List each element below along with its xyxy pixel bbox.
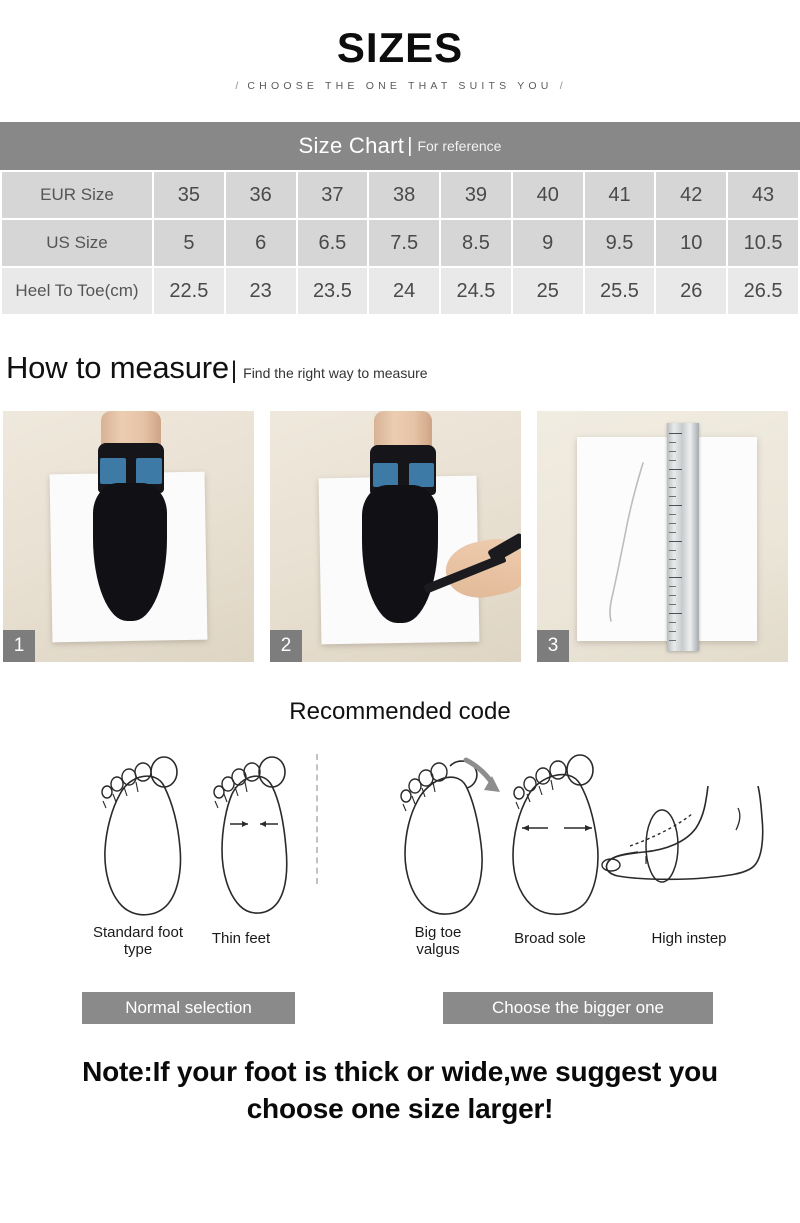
page-title: SIZES: [336, 24, 464, 71]
table-row-heel-to-toe: Heel To Toe(cm) 22.5 23 23.5 24 24.5 25 …: [2, 268, 798, 315]
cell-eur-4: 39: [441, 172, 511, 219]
page-header: SIZES / CHOOSE THE ONE THAT SUITS YOU /: [0, 0, 800, 92]
cell-us-4: 8.5: [441, 220, 511, 267]
how-to-measure-subtitle: Find the right way to measure: [243, 365, 428, 382]
row-label-heel-to-toe: Heel To Toe(cm): [2, 268, 152, 315]
high-instep-icon: [601, 786, 764, 883]
figure-label-big-toe-valgus: Big toe valgus: [414, 924, 462, 959]
cell-us-0: 5: [154, 220, 224, 267]
cell-htt-7: 26: [656, 268, 727, 315]
cell-htt-5: 25: [512, 268, 583, 315]
cell-eur-8: 43: [728, 172, 798, 219]
subtitle-text: CHOOSE THE ONE THAT SUITS YOU: [247, 80, 553, 93]
choose-bigger-one-button[interactable]: Choose the bigger one: [443, 992, 713, 1025]
step-badge-1: 1: [3, 630, 35, 663]
cell-us-5: 9: [512, 220, 583, 267]
step3-scene-illustration: [537, 411, 788, 663]
recommendation-buttons: Normal selection Choose the bigger one: [0, 992, 800, 1026]
broad-sole-icon: [512, 754, 599, 916]
size-chart-title: Size Chart: [298, 133, 405, 159]
cell-us-8: 10.5: [728, 220, 798, 267]
measure-step-photo-3: 3: [537, 411, 788, 663]
size-chart-table: EUR Size 35 36 37 38 39 40 41 42 43 US S…: [0, 170, 800, 317]
measure-step-photo-2: 2: [270, 411, 521, 663]
banner-divider: |: [407, 134, 413, 157]
table-row-eur: EUR Size 35 36 37 38 39 40 41 42 43: [2, 172, 798, 219]
figure-label-thin-feet: Thin feet: [211, 930, 271, 948]
cell-htt-3: 24: [369, 268, 440, 315]
foot-type-diagrams: Standard foot type Thin feet Big toe val…: [0, 738, 800, 988]
step-badge-2: 2: [270, 630, 302, 663]
measure-divider: |: [230, 357, 238, 385]
cell-htt-6: 25.5: [584, 268, 655, 315]
cell-eur-5: 40: [512, 172, 583, 219]
slash-right: /: [559, 80, 565, 93]
cell-us-2: 6.5: [297, 220, 368, 267]
metal-ruler: [667, 423, 699, 652]
standard-foot-icon: [101, 756, 182, 916]
note-line-1: Note:If your foot is thick or wide,we su…: [82, 1056, 718, 1088]
cell-eur-1: 36: [225, 172, 296, 219]
page-subtitle: / CHOOSE THE ONE THAT SUITS YOU /: [0, 80, 800, 92]
measure-steps-gallery: 1 2 3: [0, 411, 800, 663]
cell-us-1: 6: [225, 220, 296, 267]
note-line-2: choose one size larger!: [246, 1093, 554, 1125]
cell-us-3: 7.5: [369, 220, 440, 267]
cell-eur-7: 42: [656, 172, 727, 219]
cell-eur-2: 37: [297, 172, 368, 219]
size-chart-subtitle: For reference: [417, 138, 502, 155]
big-toe-valgus-icon: [400, 757, 500, 915]
row-label-us: US Size: [2, 220, 152, 267]
cell-eur-6: 41: [584, 172, 655, 219]
normal-selection-button[interactable]: Normal selection: [82, 992, 295, 1025]
step1-scene-illustration: [3, 411, 254, 663]
recommended-code-title: Recommended code: [289, 698, 511, 726]
cell-htt-0: 22.5: [154, 268, 224, 315]
cell-htt-1: 23: [225, 268, 296, 315]
how-to-measure-title: How to measure: [6, 350, 229, 386]
measure-step-photo-1: 1: [3, 411, 254, 663]
size-chart-banner: Size Chart | For reference: [0, 122, 800, 171]
cell-us-7: 10: [656, 220, 727, 267]
diagram-group-divider: [316, 754, 318, 885]
step-badge-3: 3: [537, 630, 569, 663]
table-row-us: US Size 5 6 6.5 7.5 8.5 9 9.5 10 10.5: [2, 220, 798, 267]
figure-label-broad-sole: Broad sole: [514, 930, 586, 948]
size-chart-section: Size Chart | For reference EUR Size 35 3…: [0, 122, 800, 317]
cell-htt-4: 24.5: [441, 268, 511, 315]
how-to-measure-heading: How to measure | Find the right way to m…: [6, 350, 800, 386]
bottom-note: Note:If your foot is thick or wide,we su…: [0, 1054, 800, 1128]
thin-feet-icon: [213, 756, 288, 914]
cell-us-6: 9.5: [584, 220, 655, 267]
cell-eur-3: 38: [369, 172, 440, 219]
cell-htt-8: 26.5: [728, 268, 798, 315]
slash-left: /: [235, 80, 241, 93]
cell-htt-2: 23.5: [297, 268, 368, 315]
figure-label-high-instep: High instep: [651, 930, 727, 948]
cell-eur-0: 35: [154, 172, 224, 219]
step2-scene-illustration: [270, 411, 521, 663]
row-label-eur: EUR Size: [2, 172, 152, 219]
